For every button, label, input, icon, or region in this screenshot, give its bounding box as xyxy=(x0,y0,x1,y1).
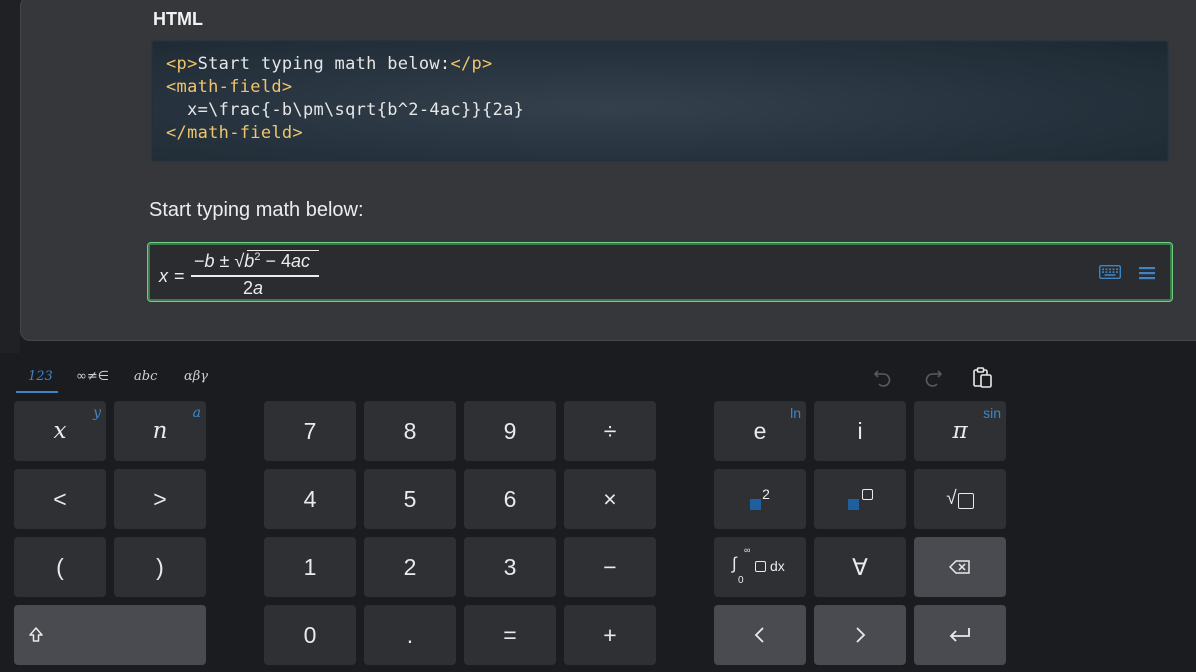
placeholder-box-icon xyxy=(957,493,974,509)
enter-icon xyxy=(949,628,970,642)
key-4[interactable]: 4 xyxy=(264,469,356,529)
key-shift-label: sin xyxy=(983,405,1001,421)
key-equals[interactable]: = xyxy=(464,605,556,665)
math-minus: − xyxy=(194,251,205,271)
math-numerator: −b ± √b2 − 4ac xyxy=(194,251,310,272)
code-text: Start typing math below: xyxy=(197,54,451,74)
code-tag: </p> xyxy=(450,54,493,74)
key-minus[interactable]: − xyxy=(564,537,656,597)
placeholder-box-icon xyxy=(755,561,766,572)
key-move-left[interactable] xyxy=(714,605,806,665)
undo-icon[interactable] xyxy=(871,365,895,389)
code-line-2: <math-field> xyxy=(166,77,293,97)
key-label: e xyxy=(753,417,767,444)
math-denominator: 2a xyxy=(243,278,263,299)
code-line-3: x=\frac{-b\pm\sqrt{b^2-4ac}}{2a} xyxy=(166,100,525,120)
key-shift-label: ln xyxy=(790,405,801,421)
virtual-keyboard: 123 ∞≠∈ abc αβγ xy na 7 8 9 ÷ e ln i π sin… xyxy=(0,353,1196,672)
key-label: n xyxy=(152,418,168,444)
html-heading: HTML xyxy=(153,9,203,29)
math-var-ac: ac xyxy=(290,251,310,271)
integral-symbol: ∫ xyxy=(732,554,737,573)
code-line-4: </math-field> xyxy=(166,123,303,143)
key-enter[interactable] xyxy=(914,605,1006,665)
key-shift-label: y xyxy=(93,405,101,421)
integral-upper-bound: ∞ xyxy=(744,545,751,555)
shift-icon xyxy=(29,627,43,642)
math-sqrt-bar xyxy=(247,250,319,251)
math-var-a: a xyxy=(253,278,264,298)
key-pi[interactable]: π sin xyxy=(914,401,1006,461)
code-line-1: <p>Start typing math below:</p> xyxy=(166,54,493,74)
left-arrow-icon xyxy=(754,627,764,643)
integral-lower-bound: 0 xyxy=(738,575,744,586)
key-close-paren[interactable]: ) xyxy=(114,537,206,597)
key-x[interactable]: xy xyxy=(14,401,106,461)
menu-icon[interactable] xyxy=(1139,265,1155,281)
key-shift[interactable] xyxy=(14,605,206,665)
right-arrow-icon xyxy=(856,627,866,643)
key-5[interactable]: 5 xyxy=(364,469,456,529)
key-plus[interactable]: + xyxy=(564,605,656,665)
math-var-b: b xyxy=(244,251,255,271)
key-label: x xyxy=(53,418,67,444)
math-field[interactable]: x = −b ± √b2 − 4ac 2a xyxy=(147,242,1173,302)
key-label: π xyxy=(952,418,968,444)
key-for-all[interactable]: ∀ xyxy=(814,537,906,597)
key-divide[interactable]: ÷ xyxy=(564,401,656,461)
math-pm-sqrt: ± √ xyxy=(214,251,245,271)
key-3[interactable]: 3 xyxy=(464,537,556,597)
key-move-right[interactable] xyxy=(814,605,906,665)
key-shift-label: a xyxy=(192,405,201,421)
prompt-text: Start typing math below: xyxy=(149,199,364,221)
code-tag: <p> xyxy=(166,54,198,74)
tab-symbols[interactable]: ∞≠∈ xyxy=(76,369,109,384)
tab-greek[interactable]: αβγ xyxy=(184,369,208,384)
key-exponent-label: 2 xyxy=(762,486,770,502)
key-open-paren[interactable]: ( xyxy=(14,537,106,597)
key-backspace[interactable] xyxy=(914,537,1006,597)
math-var-b: b xyxy=(204,251,215,271)
active-tab-indicator xyxy=(16,391,58,393)
key-integral[interactable]: ∞ ∫ 0 dx xyxy=(714,537,806,597)
key-less-than[interactable]: < xyxy=(14,469,106,529)
math-var-x: x xyxy=(159,266,168,286)
math-two: 2 xyxy=(243,278,254,298)
key-multiply[interactable]: × xyxy=(564,469,656,529)
tab-alphabetic[interactable]: abc xyxy=(134,369,157,384)
key-n[interactable]: na xyxy=(114,401,206,461)
keyboard-icon[interactable] xyxy=(1099,265,1121,279)
placeholder-square-icon xyxy=(750,498,762,510)
integral-dx: dx xyxy=(770,558,785,574)
key-square[interactable]: 2 xyxy=(714,469,806,529)
key-e[interactable]: e ln xyxy=(714,401,806,461)
placeholder-box-icon xyxy=(861,488,873,500)
key-decimal[interactable]: . xyxy=(364,605,456,665)
backspace-icon xyxy=(949,560,970,574)
tab-numeric[interactable]: 123 xyxy=(28,369,53,384)
key-label: i xyxy=(857,417,863,444)
clipboard-icon[interactable] xyxy=(971,365,995,389)
key-i[interactable]: i xyxy=(814,401,906,461)
redo-icon[interactable] xyxy=(921,365,945,389)
math-field-content[interactable]: x = −b ± √b2 − 4ac 2a xyxy=(151,246,1169,298)
sqrt-symbol: √ xyxy=(946,488,957,509)
key-9[interactable]: 9 xyxy=(464,401,556,461)
code-block: <p>Start typing math below:</p> <math-fi… xyxy=(151,40,1169,162)
key-6[interactable]: 6 xyxy=(464,469,556,529)
key-greater-than[interactable]: > xyxy=(114,469,206,529)
key-7[interactable]: 7 xyxy=(264,401,356,461)
placeholder-square-icon xyxy=(847,498,859,510)
math-fraction-bar xyxy=(191,275,319,277)
key-2[interactable]: 2 xyxy=(364,537,456,597)
math-minus-four: − 4 xyxy=(260,251,291,271)
key-8[interactable]: 8 xyxy=(364,401,456,461)
key-sqrt[interactable]: √ xyxy=(914,469,1006,529)
left-rail xyxy=(0,0,20,353)
key-1[interactable]: 1 xyxy=(264,537,356,597)
key-power[interactable] xyxy=(814,469,906,529)
key-0[interactable]: 0 xyxy=(264,605,356,665)
math-equals: = xyxy=(174,266,185,286)
